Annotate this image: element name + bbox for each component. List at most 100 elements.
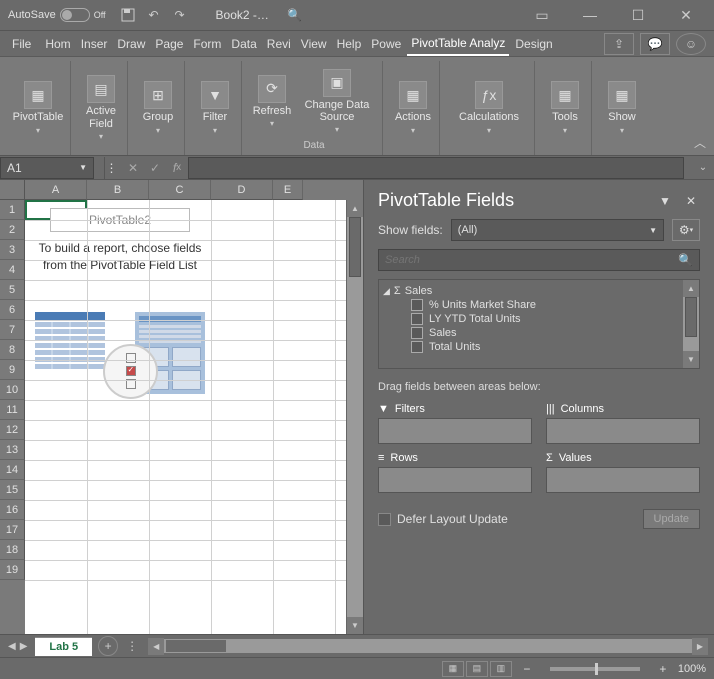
maximize-button[interactable]: ☐ [618, 5, 658, 25]
search-icon[interactable]: 🔍 [287, 7, 303, 23]
close-button[interactable]: ✕ [666, 5, 706, 25]
scroll-thumb[interactable] [166, 640, 226, 652]
collapse-ribbon-icon[interactable]: ︿ [694, 134, 706, 151]
field-item[interactable]: % Units Market Share [383, 298, 679, 312]
autosave-switch[interactable] [60, 8, 90, 22]
columns-area[interactable]: |||Columns [546, 403, 700, 444]
row-header[interactable]: 2 [0, 220, 25, 240]
row-header[interactable]: 3 [0, 240, 25, 260]
calculations-button[interactable]: ƒxCalculations▾ [448, 63, 530, 153]
update-button[interactable]: Update [643, 509, 700, 529]
column-header[interactable]: C [149, 180, 211, 200]
row-header[interactable]: 7 [0, 320, 25, 340]
row-header[interactable]: 9 [0, 360, 25, 380]
tab-pivottable-analyze[interactable]: PivotTable Analyz [407, 32, 509, 56]
cells-area[interactable]: PivotTable2 To build a report, choose fi… [25, 200, 346, 634]
row-header[interactable]: 16 [0, 500, 25, 520]
minimize-button[interactable]: — [570, 5, 610, 25]
save-icon[interactable] [120, 7, 136, 23]
tab-home[interactable]: Hom [41, 33, 74, 55]
tab-data[interactable]: Data [227, 33, 260, 55]
normal-view-icon[interactable]: ▦ [442, 661, 464, 677]
values-area[interactable]: ΣValues [546, 452, 700, 493]
active-field-button[interactable]: ▤Active Field▾ [79, 63, 123, 153]
tab-draw[interactable]: Draw [113, 33, 149, 55]
collapse-icon[interactable]: ◢ [383, 286, 390, 297]
scroll-right-icon[interactable]: ▶ [692, 638, 708, 655]
search-input[interactable] [385, 254, 678, 266]
field-checkbox[interactable] [411, 327, 423, 339]
tools-button[interactable]: ▦Tools▾ [543, 63, 587, 153]
row-header[interactable]: 5 [0, 280, 25, 300]
row-header[interactable]: 17 [0, 520, 25, 540]
field-item[interactable]: Total Units [383, 340, 679, 354]
autosave-toggle[interactable]: AutoSave Off [8, 8, 106, 22]
tab-nav-next-icon[interactable]: ▶ [20, 641, 28, 652]
tab-help[interactable]: Help [333, 33, 366, 55]
enter-formula-icon[interactable]: ✓ [144, 157, 166, 179]
tab-file[interactable]: File [8, 33, 35, 55]
defer-checkbox[interactable] [378, 513, 391, 526]
tab-page[interactable]: Page [151, 33, 187, 55]
refresh-button[interactable]: ⟳Refresh▾ [250, 63, 294, 140]
search-icon[interactable]: 🔍 [678, 253, 693, 267]
column-header[interactable]: E [273, 180, 303, 200]
row-header[interactable]: 19 [0, 560, 25, 580]
tab-nav-prev-icon[interactable]: ◀ [8, 641, 16, 652]
sheet-tab[interactable]: Lab 5 [35, 637, 92, 656]
tab-view[interactable]: View [297, 33, 331, 55]
scroll-down-icon[interactable]: ▼ [347, 617, 363, 634]
column-header[interactable]: B [87, 180, 149, 200]
vertical-scrollbar[interactable]: ▲ ▼ [346, 200, 363, 634]
tab-formulas[interactable]: Form [189, 33, 225, 55]
formula-input[interactable] [188, 157, 684, 179]
add-sheet-button[interactable]: + [98, 636, 118, 656]
filters-area[interactable]: ▼Filters [378, 403, 532, 444]
close-pane-icon[interactable]: ✕ [682, 194, 700, 208]
row-header[interactable]: 14 [0, 460, 25, 480]
fx-icon[interactable]: fx [166, 157, 188, 179]
row-header[interactable]: 12 [0, 420, 25, 440]
field-checkbox[interactable] [411, 341, 423, 353]
show-fields-select[interactable]: (All)▼ [451, 219, 664, 241]
actions-button[interactable]: ▦Actions▾ [391, 63, 435, 153]
field-item[interactable]: Sales [383, 326, 679, 340]
change-data-source-button[interactable]: ▣Change Data Source▾ [296, 63, 378, 140]
comments-button[interactable]: 💬 [640, 33, 670, 55]
fields-search[interactable]: 🔍 [378, 249, 700, 271]
scroll-thumb[interactable] [349, 217, 361, 277]
row-header[interactable]: 6 [0, 300, 25, 320]
tab-design[interactable]: Design [511, 33, 556, 55]
show-button[interactable]: ▦Show▾ [600, 63, 644, 153]
scroll-left-icon[interactable]: ◀ [148, 638, 164, 655]
row-header[interactable]: 4 [0, 260, 25, 280]
select-all-corner[interactable] [0, 180, 25, 200]
pivottable-button[interactable]: ▦PivotTable▾ [10, 63, 66, 153]
gear-icon[interactable]: ⚙▾ [672, 219, 700, 241]
group-button[interactable]: ⊞Group▾ [136, 63, 180, 153]
zoom-out-button[interactable]: − [520, 662, 534, 676]
field-item[interactable]: LY YTD Total Units [383, 312, 679, 326]
row-header[interactable]: 15 [0, 480, 25, 500]
undo-icon[interactable]: ↶ [146, 7, 162, 23]
zoom-level[interactable]: 100% [678, 663, 706, 675]
field-checkbox[interactable] [411, 299, 423, 311]
cancel-formula-icon[interactable]: ✕ [122, 157, 144, 179]
tab-insert[interactable]: Inser [77, 33, 112, 55]
column-header[interactable]: D [211, 180, 273, 200]
field-group[interactable]: ◢ΣSales [383, 284, 679, 298]
tab-power[interactable]: Powe [367, 33, 405, 55]
fields-pane-dropdown-icon[interactable]: ▼ [656, 194, 674, 208]
page-layout-view-icon[interactable]: ▤ [466, 661, 488, 677]
row-header[interactable]: 1 [0, 200, 25, 220]
horizontal-scrollbar[interactable]: ◀ ▶ [148, 638, 714, 655]
row-header[interactable]: 13 [0, 440, 25, 460]
row-header[interactable]: 18 [0, 540, 25, 560]
row-header[interactable]: 8 [0, 340, 25, 360]
column-header[interactable]: A [25, 180, 87, 200]
filter-button[interactable]: ▼Filter▾ [193, 63, 237, 153]
chevron-down-icon[interactable]: ▼ [79, 163, 87, 172]
name-box[interactable]: A1▼ [0, 157, 94, 179]
page-break-view-icon[interactable]: ▥ [490, 661, 512, 677]
row-header[interactable]: 10 [0, 380, 25, 400]
